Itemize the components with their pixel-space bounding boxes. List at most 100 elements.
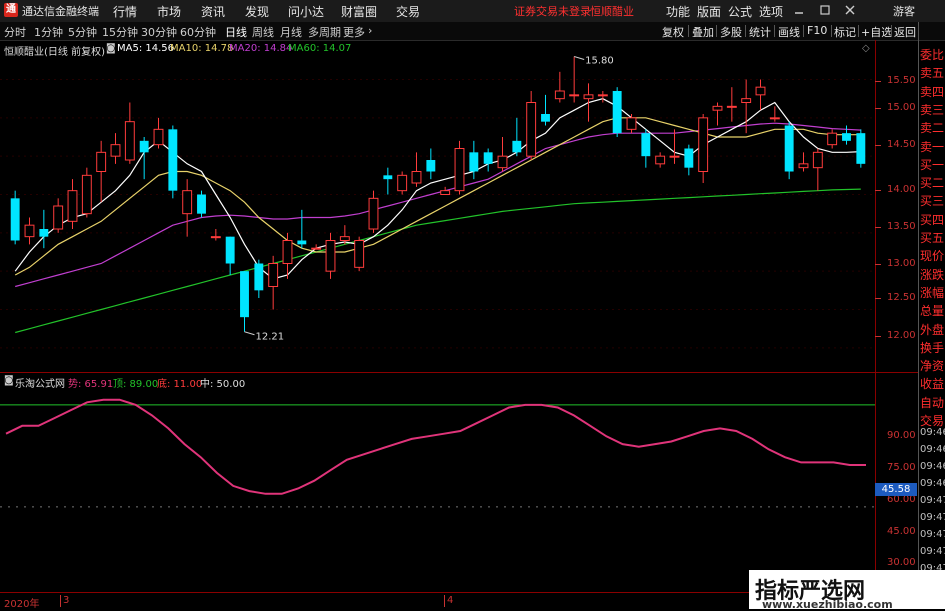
tick-time-label: 09:47 [920,512,945,523]
candle-body [297,240,307,245]
candle-body [526,102,537,157]
menu-item-zixun[interactable]: 资讯 [201,3,225,20]
axis-border [875,40,876,592]
menu-item-shichang[interactable]: 市场 [157,3,181,20]
side-label[interactable]: 卖三 [920,101,944,118]
tool-back[interactable]: 返回 [894,24,916,40]
candlestick-chart[interactable]: 15.80 12.21 [0,40,875,372]
candle-body [311,247,322,250]
side-label[interactable]: 卖四 [920,83,944,100]
tool-f10[interactable]: F10 [807,24,827,37]
candle-body [210,236,221,239]
tool-biaoji[interactable]: 标记 [834,24,856,40]
period-30min[interactable]: 30分钟 [141,24,177,40]
close-icon[interactable] [844,4,856,16]
candle-body [698,117,709,173]
side-label[interactable]: 自动 [920,394,944,411]
period-15min[interactable]: 15分钟 [102,24,138,40]
candle-body [856,133,866,164]
period-monthly[interactable]: 月线 [280,24,302,40]
candle-body [282,240,293,264]
period-more[interactable]: 更多 [343,24,365,40]
period-daily[interactable]: 日线 [225,24,247,40]
menu-item-faxian[interactable]: 发现 [245,3,269,20]
menu-item-jiaoyi[interactable]: 交易 [396,3,420,20]
indicator-chart[interactable] [0,372,875,592]
side-label[interactable]: 买四 [920,211,944,228]
date-label-year: 2020年 [4,599,40,610]
restore-icon[interactable] [819,4,831,16]
candle-body [497,155,508,169]
candle-body [842,133,851,141]
menu-item-gongneng[interactable]: 功能 [666,3,690,20]
menu-item-banmian[interactable]: 版面 [697,3,721,20]
candle-body [569,94,580,97]
side-label[interactable]: 收益 [920,375,944,392]
period-5min[interactable]: 5分钟 [68,24,97,40]
period-multi[interactable]: 多周期 [308,24,341,40]
side-label[interactable]: 委比 [920,46,944,63]
indicator-axis-label: 75.00 [887,462,916,473]
candle-body [368,197,379,230]
side-label[interactable]: 买五 [920,229,944,246]
side-label[interactable]: 买一 [920,156,944,173]
candle-body [96,151,107,173]
tick-time-label: 09:46 [920,478,945,489]
candle-body [197,194,206,214]
menu-item-xuanxiang[interactable]: 选项 [759,3,783,20]
menu-item-wenxiaoda[interactable]: 问小达 [288,3,324,20]
candle-body [426,160,436,172]
side-label[interactable]: 卖五 [920,64,944,81]
tick-time-label: 09:46 [920,427,945,438]
ma60-line [15,188,861,334]
tool-diejia[interactable]: 叠加 [692,24,714,40]
tool-tongji[interactable]: 统计 [749,24,771,40]
side-label[interactable]: 总量 [920,302,944,319]
side-divider [918,22,919,592]
price-axis-tick [875,298,881,299]
side-label[interactable]: 现价 [920,247,944,264]
chevron-right-icon[interactable]: › [368,24,372,37]
minimize-icon[interactable] [793,4,805,16]
side-label[interactable]: 换手 [920,339,944,356]
login-warning[interactable]: 证券交易未登录 [514,3,591,19]
side-label[interactable]: 涨幅 [920,284,944,301]
side-label[interactable]: 外盘 [920,321,944,338]
tool-huaxian[interactable]: 画线 [778,24,800,40]
side-label[interactable]: 净资 [920,357,944,374]
period-fenshi[interactable]: 分时 [4,24,26,40]
period-60min[interactable]: 60分钟 [180,24,216,40]
period-1min[interactable]: 1分钟 [34,24,63,40]
guest-button[interactable]: 游客 [893,3,915,19]
candle-body [268,263,279,287]
menu-item-hangqing[interactable]: 行情 [113,3,137,20]
low-marker [244,331,255,336]
side-label[interactable]: 卖一 [920,138,944,155]
side-label[interactable]: 涨跌 [920,266,944,283]
divider [688,25,689,37]
divider [745,25,746,37]
price-axis-label: 12.00 [887,330,916,341]
price-axis-label: 14.50 [887,139,916,150]
tool-add-watchlist[interactable]: +自选 [861,24,892,40]
side-label[interactable]: 买三 [920,192,944,209]
candle-body [254,263,264,291]
side-label[interactable]: 买二 [920,174,944,191]
candle-body [554,90,565,100]
period-bar: 分时 1分钟 5分钟 15分钟 30分钟 60分钟 日线 周线 月线 多周期 更… [0,22,945,41]
tool-fuquan[interactable]: 复权 [662,24,684,40]
candle-body [626,117,637,130]
candle-body [397,174,408,192]
menu-item-caifuquan[interactable]: 财富圈 [341,3,377,20]
tool-duogu[interactable]: 多股 [720,24,742,40]
period-weekly[interactable]: 周线 [252,24,274,40]
candle-body [684,148,694,168]
candle-body [240,271,249,318]
candle-body [541,114,550,122]
low-annotation: 12.21 [256,332,285,343]
menu-item-gongshi[interactable]: 公式 [728,3,752,20]
candle-body [798,163,809,169]
tick-time-label: 09:46 [920,444,945,455]
side-label[interactable]: 卖二 [920,119,944,136]
candle-body [712,105,723,111]
